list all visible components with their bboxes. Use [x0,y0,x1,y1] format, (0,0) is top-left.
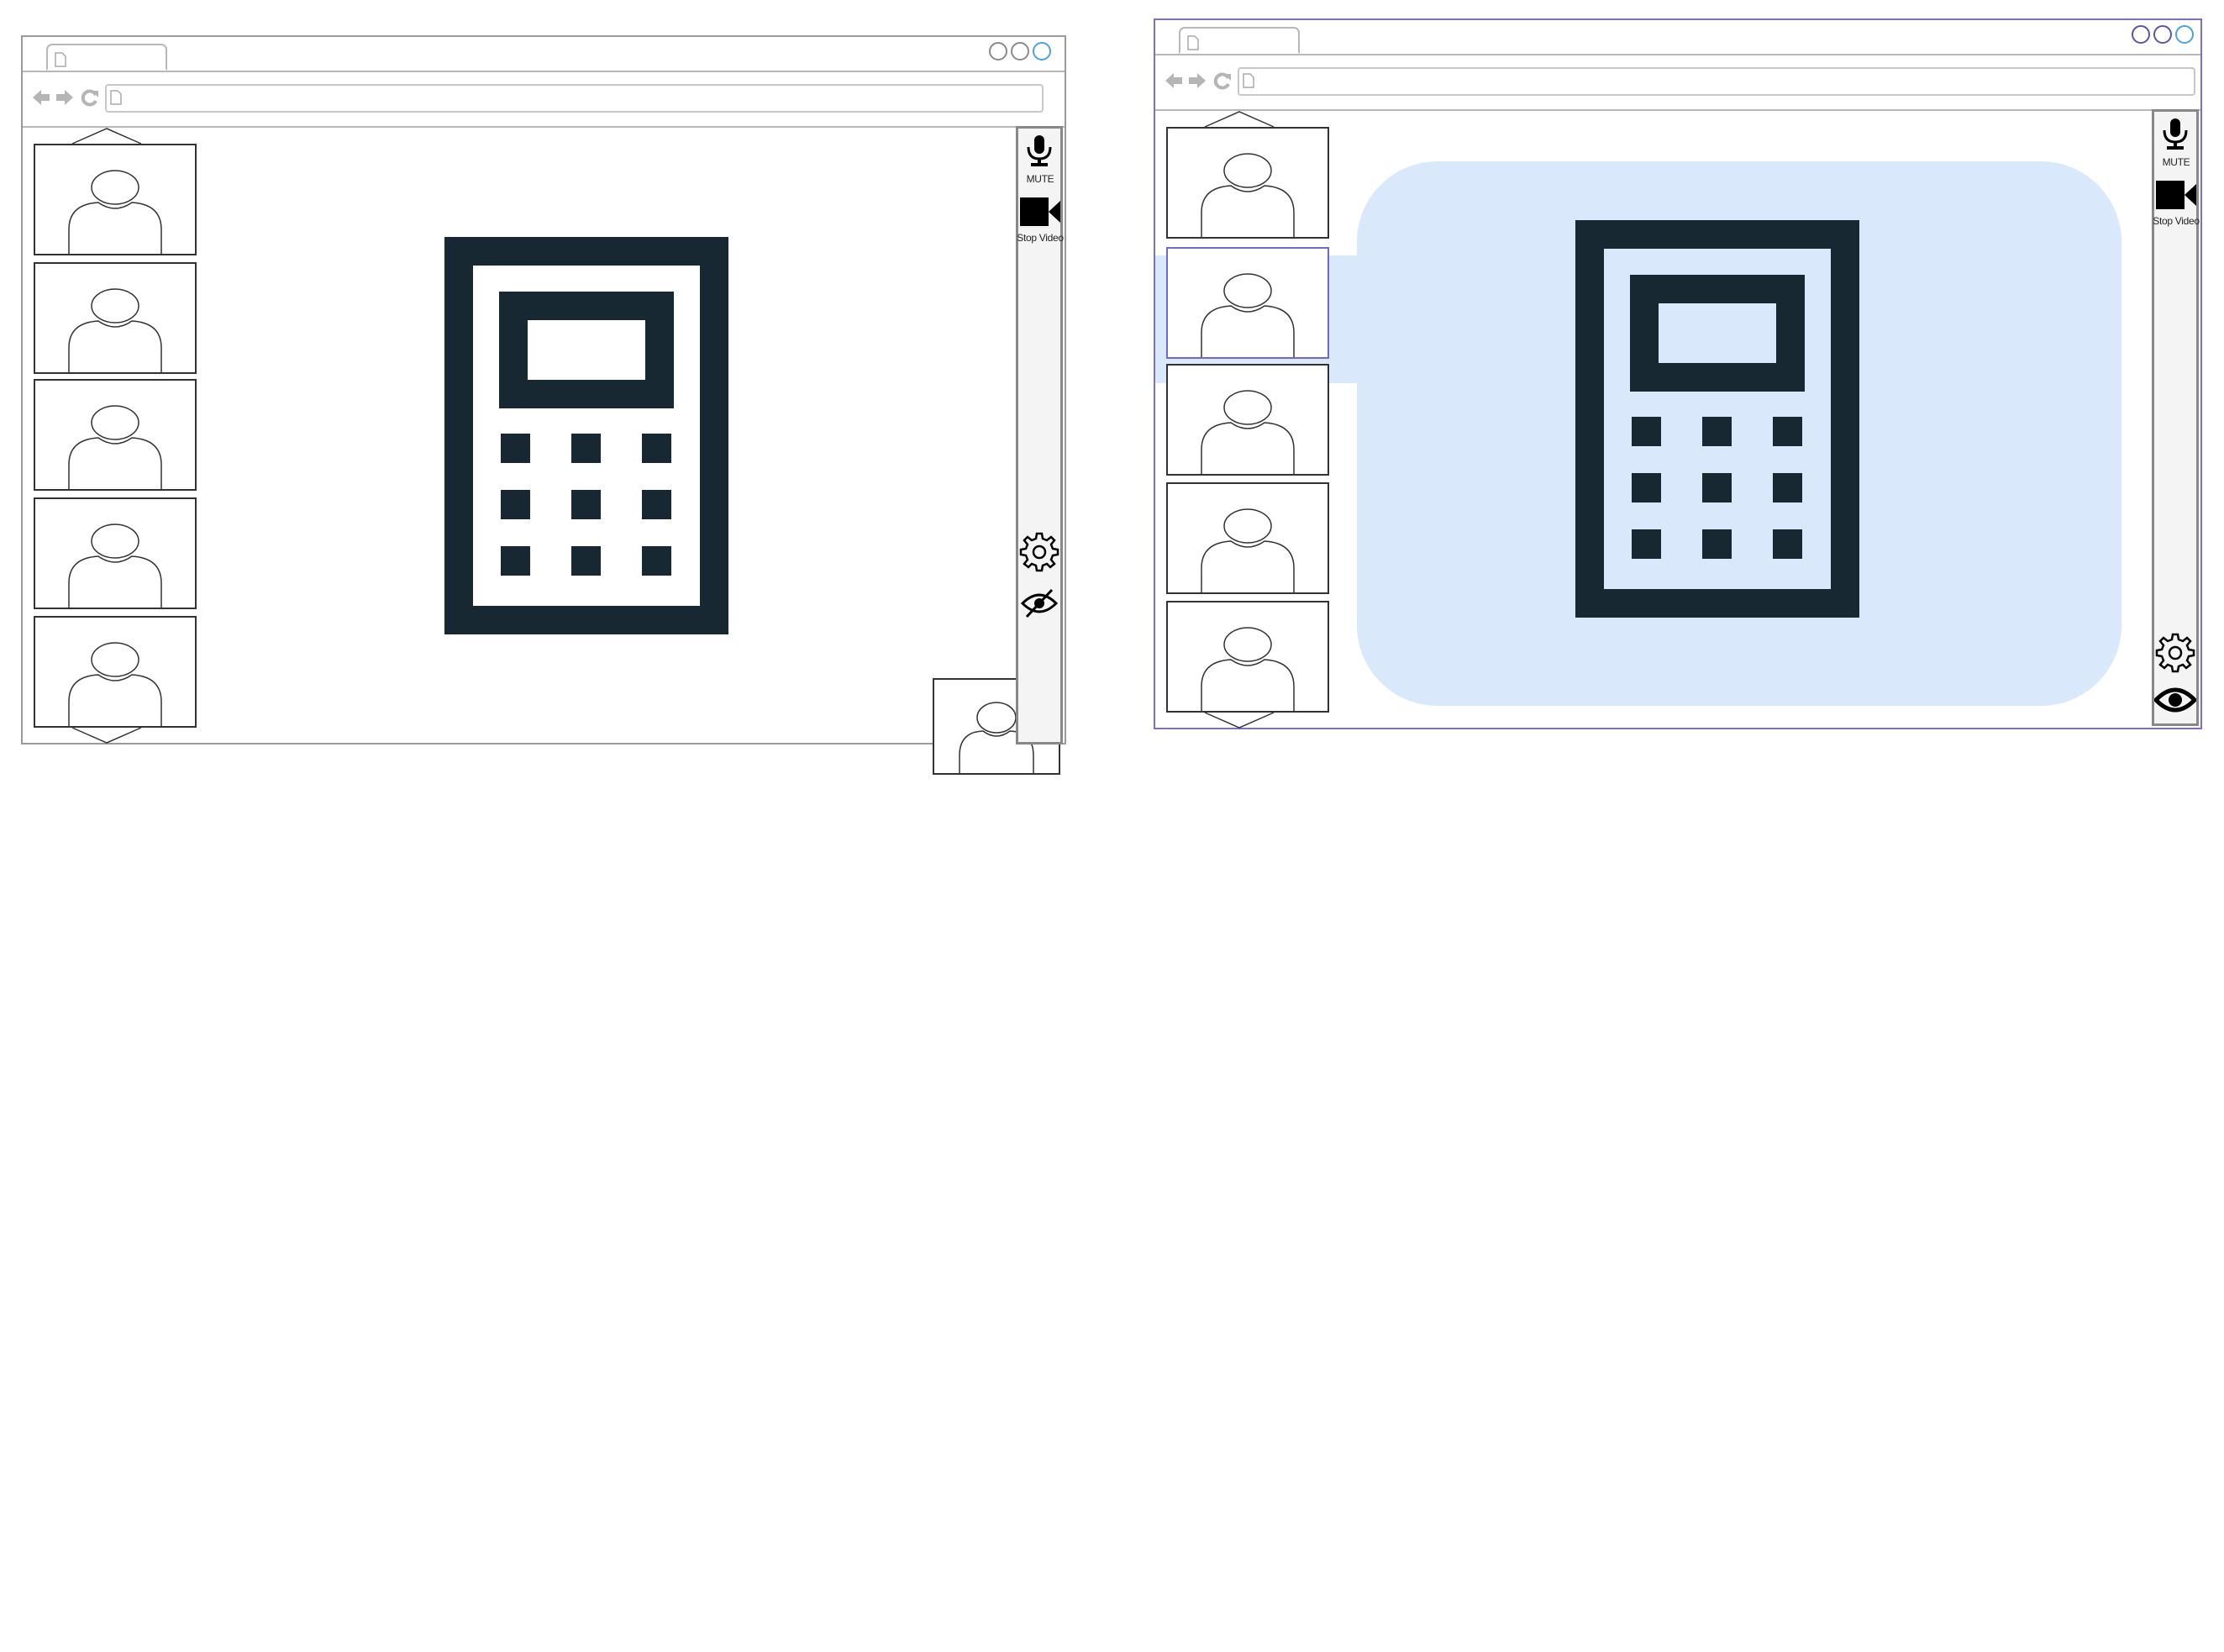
page-icon [110,90,122,105]
gear-icon[interactable] [2154,633,2196,673]
page-icon [55,52,66,67]
person-icon [68,642,162,726]
participant-tile-highlighted[interactable] [1166,247,1329,359]
person-icon [68,523,162,608]
person-icon [1201,508,1295,592]
close-button[interactable] [2175,25,2194,44]
forward-arrow-icon[interactable] [55,87,75,108]
microphone-icon[interactable] [2154,117,2196,150]
reload-icon[interactable] [80,87,100,108]
browser-tab[interactable] [46,44,167,71]
scroll-down-arrow[interactable] [1204,712,1275,729]
microphone-icon[interactable] [1018,134,1060,167]
controls-sidebar: MUTE Stop Video [1016,126,1064,744]
minimize-button[interactable] [2132,25,2150,44]
gear-icon[interactable] [1018,532,1060,572]
navigation-bar [23,71,1065,128]
scroll-down-arrow[interactable] [71,727,142,744]
participant-tile[interactable] [34,379,197,491]
browser-window-right: MUTE Stop Video [1154,18,2202,729]
page-icon [1187,35,1199,50]
eye-slash-icon[interactable] [1018,587,1060,620]
person-icon [68,405,162,489]
participant-tile[interactable] [34,144,197,255]
page-icon [1243,73,1254,88]
address-bar[interactable] [105,84,1044,113]
video-camera-icon[interactable] [2154,179,2196,211]
navigation-bar [1155,54,2200,111]
scroll-up-arrow[interactable] [1204,111,1275,128]
mute-label: MUTE [2162,156,2190,168]
participant-tile[interactable] [1166,127,1329,239]
stop-video-label: Stop Video [1017,232,1064,244]
maximize-button[interactable] [1011,42,1029,61]
video-camera-icon[interactable] [1018,196,1060,228]
browser-tab[interactable] [1179,27,1300,54]
address-bar[interactable] [1238,67,2195,96]
tab-bar [23,37,1065,72]
back-arrow-icon[interactable] [1164,71,1184,91]
meeting-view: MUTE Stop Video [1155,109,2200,729]
eye-icon[interactable] [2154,681,2196,718]
participant-tile[interactable] [34,497,197,609]
browser-window-left: MUTE Stop Video [21,35,1066,775]
calculator-icon [1575,220,1859,618]
person-icon [1201,627,1295,711]
controls-sidebar: MUTE Stop Video [2152,109,2200,726]
participant-tile[interactable] [1166,601,1329,713]
back-arrow-icon[interactable] [31,87,51,108]
person-icon [68,170,162,254]
mute-label: MUTE [1026,173,1054,185]
meeting-view: MUTE Stop Video [23,126,1065,775]
tab-bar [1155,20,2200,55]
scroll-up-arrow[interactable] [71,128,142,145]
maximize-button[interactable] [2153,25,2172,44]
calculator-icon [444,237,728,634]
forward-arrow-icon[interactable] [1187,71,1207,91]
person-icon [1201,273,1295,357]
participant-tile[interactable] [1166,364,1329,476]
stop-video-label: Stop Video [2153,215,2200,227]
minimize-button[interactable] [989,42,1007,61]
person-icon [68,288,162,372]
participant-tile[interactable] [34,616,197,728]
person-icon [1201,153,1295,237]
participant-tile[interactable] [34,262,197,374]
person-icon [1201,390,1295,474]
reload-icon[interactable] [1212,71,1233,91]
close-button[interactable] [1033,42,1051,61]
participant-tile[interactable] [1166,482,1329,594]
